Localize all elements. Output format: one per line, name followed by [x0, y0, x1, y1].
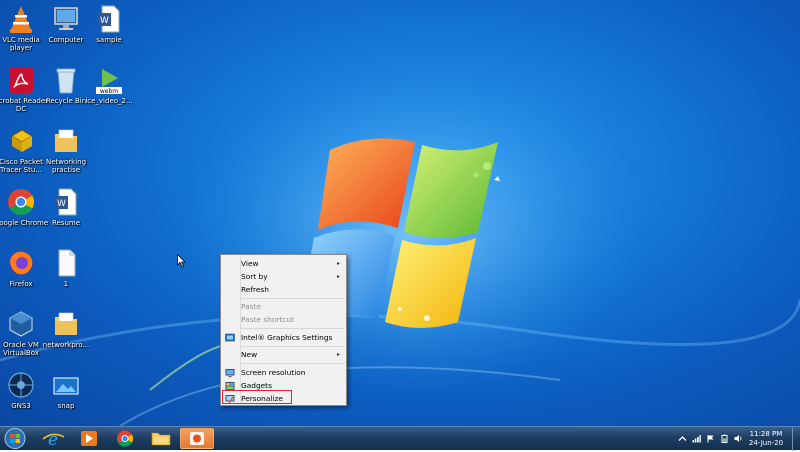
recording-app-icon — [190, 432, 204, 445]
menu-item-sort-by[interactable]: Sort by ▸ — [223, 271, 344, 283]
word-document-icon: W — [55, 188, 77, 216]
show-hidden-icons-icon[interactable] — [678, 434, 687, 443]
word-document-icon: W — [98, 5, 120, 33]
media-player-icon[interactable] — [72, 428, 106, 449]
screen-resolution-icon — [225, 369, 235, 378]
menu-item-paste[interactable]: Paste — [223, 301, 344, 313]
recycle-bin-icon — [56, 68, 76, 94]
network-signal-icon[interactable] — [692, 434, 701, 443]
blank-file-icon — [58, 249, 76, 277]
svg-text:W: W — [57, 199, 66, 209]
desktop-context-menu: View ▸ Sort by ▸ Refresh Paste Paste sho… — [220, 254, 347, 406]
taskbar-active-app[interactable] — [180, 428, 214, 449]
desktop-icon-label: Networking practise — [45, 158, 87, 174]
submenu-arrow-icon: ▸ — [336, 260, 340, 267]
clock-date: 24-Jun-20 — [748, 439, 784, 447]
explorer-icon[interactable] — [144, 428, 178, 449]
desktop[interactable]: VLC media player Computer W sample Acrob… — [0, 0, 800, 426]
taskbar-clock[interactable]: 11:28 PM 24-Jun-20 — [745, 430, 787, 448]
menu-separator — [241, 363, 344, 364]
desktop-icon-resume[interactable]: W Resume — [37, 187, 95, 243]
personalize-highlight-box — [222, 390, 292, 404]
submenu-arrow-icon: ▸ — [336, 273, 340, 280]
packet-tracer-icon — [11, 129, 33, 152]
menu-item-view[interactable]: View ▸ — [223, 258, 344, 270]
menu-item-label: View — [241, 259, 259, 268]
desktop-icon-snap[interactable]: snap — [37, 370, 95, 426]
menu-item-label: Sort by — [241, 272, 268, 281]
desktop-icon-label: Resume — [51, 219, 81, 227]
menu-separator — [241, 328, 344, 329]
firefox-icon — [9, 251, 33, 275]
menu-item-label: Paste shortcut — [241, 315, 294, 324]
svg-text:W: W — [100, 16, 109, 26]
chrome-icon[interactable] — [108, 428, 142, 449]
clock-time: 11:28 PM — [749, 430, 783, 438]
menu-separator — [241, 346, 344, 347]
start-button[interactable] — [2, 427, 28, 450]
volume-icon[interactable] — [734, 434, 743, 443]
desktop-icon-networkpro[interactable]: networkpro... — [37, 309, 95, 365]
computer-icon — [54, 7, 78, 30]
battery-icon[interactable] — [720, 434, 729, 443]
desktop-icon-file-1[interactable]: 1 — [37, 248, 95, 304]
desktop-icon-label: sample — [96, 36, 122, 44]
menu-item-label: Screen resolution — [241, 368, 306, 377]
menu-item-intel-graphics[interactable]: Intel® Graphics Settings — [223, 332, 344, 344]
menu-item-screen-resolution[interactable]: Screen resolution — [223, 367, 344, 379]
desktop-icon-sample[interactable]: W sample — [80, 4, 138, 60]
menu-item-paste-shortcut[interactable]: Paste shortcut — [223, 314, 344, 326]
desktop-icon-networking[interactable]: Networking practise — [37, 126, 95, 182]
intel-graphics-icon — [225, 333, 235, 342]
vlc-icon — [10, 6, 32, 33]
chrome-icon — [8, 189, 35, 216]
svg-text:e: e — [48, 430, 58, 449]
menu-item-label: New — [241, 350, 258, 359]
menu-item-new[interactable]: New ▸ — [223, 349, 344, 361]
desktop-icon-label: snap — [57, 402, 75, 410]
folder-icon — [55, 129, 77, 152]
virtualbox-icon — [9, 311, 33, 337]
menu-item-label: Intel® Graphics Settings — [241, 333, 333, 342]
internet-explorer-icon[interactable]: e — [36, 428, 70, 449]
menu-item-label: Refresh — [241, 285, 269, 294]
menu-item-refresh[interactable]: Refresh — [223, 284, 344, 296]
folder-icon — [55, 312, 77, 335]
submenu-arrow-icon: ▸ — [336, 351, 340, 358]
gns3-icon — [8, 372, 34, 398]
mouse-cursor-icon — [177, 254, 186, 268]
menu-item-label: Paste — [241, 302, 261, 311]
svg-text:webm: webm — [100, 88, 118, 95]
acrobat-icon — [9, 67, 33, 93]
windows-7-wallpaper — [0, 75, 800, 426]
taskbar: e 11:28 PM 24-Jun-20 — [0, 426, 800, 451]
menu-separator — [241, 298, 344, 299]
desktop-icon-label: networkpro... — [42, 341, 90, 349]
desktop-icon-label: 1 — [63, 280, 69, 288]
desktop-icon-label: ice_video_2... — [85, 97, 133, 105]
webm-video-icon: webm — [96, 69, 122, 95]
action-center-flag-icon[interactable] — [706, 434, 715, 443]
image-file-icon — [53, 377, 79, 395]
desktop-icon-video[interactable]: webm ice_video_2... — [80, 65, 138, 121]
show-desktop-button[interactable] — [792, 427, 800, 451]
